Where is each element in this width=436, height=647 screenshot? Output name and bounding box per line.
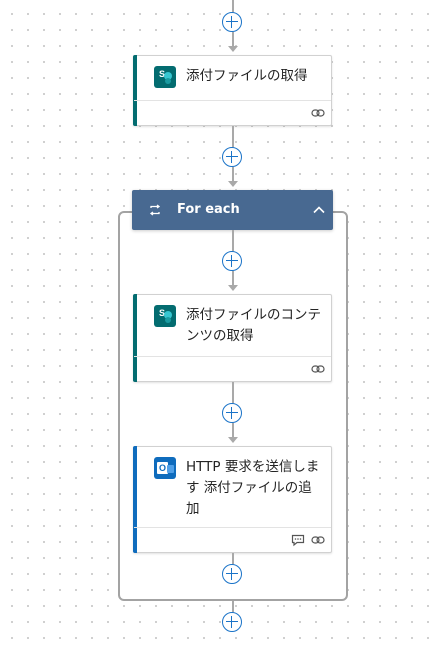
foreach-label: For each (177, 202, 240, 217)
card-header: S 添付ファイルのコンテンツの取得 (154, 305, 323, 347)
action-card-get-attachments[interactable]: S 添付ファイルの取得 (133, 55, 332, 126)
connector-line (232, 230, 234, 251)
add-step-button[interactable] (222, 612, 242, 632)
connector-line (232, 32, 234, 46)
connector-line (232, 167, 234, 181)
card-header: S 添付ファイルの取得 (154, 66, 323, 88)
card-title: 添付ファイルのコンテンツの取得 (186, 307, 321, 344)
connector-line (232, 382, 234, 403)
chevron-up-icon[interactable] (311, 202, 327, 218)
foreach-header[interactable]: For each (132, 190, 333, 230)
card-header: O HTTP 要求を送信します 添付ファイルの追加 (154, 457, 323, 520)
comment-icon[interactable] (291, 533, 305, 547)
link-icon[interactable] (311, 362, 325, 376)
add-step-button[interactable] (222, 147, 242, 167)
card-title: 添付ファイルの取得 (186, 68, 308, 84)
connector-line (232, 271, 234, 285)
card-title: HTTP 要求を送信します 添付ファイルの追加 (186, 459, 320, 517)
connector-arrow (228, 181, 238, 187)
connector-line (232, 553, 234, 564)
add-step-button[interactable] (222, 564, 242, 584)
connector-arrow (228, 46, 238, 52)
add-step-button[interactable] (222, 251, 242, 271)
link-icon[interactable] (311, 533, 325, 547)
connector-arrow (228, 437, 238, 443)
action-card-get-attachment-content[interactable]: S 添付ファイルのコンテンツの取得 (133, 294, 332, 382)
connector-arrow (228, 285, 238, 291)
outlook-icon: O (154, 457, 176, 479)
connector-line (232, 126, 234, 147)
connector-line (232, 0, 234, 12)
card-footer (134, 100, 331, 125)
action-card-send-http-request[interactable]: O HTTP 要求を送信します 添付ファイルの追加 (133, 446, 332, 553)
add-step-button[interactable] (222, 12, 242, 32)
loop-icon (149, 204, 161, 216)
connector-line (232, 601, 234, 612)
add-step-button[interactable] (222, 403, 242, 423)
card-footer (134, 356, 331, 381)
connector-line (232, 423, 234, 437)
sharepoint-icon: S (154, 305, 176, 327)
flow-canvas: S 添付ファイルの取得 For each S 添付ファイルのコンテンツの取得 O… (0, 0, 436, 647)
sharepoint-icon: S (154, 66, 176, 88)
card-footer (134, 527, 331, 552)
link-icon[interactable] (311, 106, 325, 120)
